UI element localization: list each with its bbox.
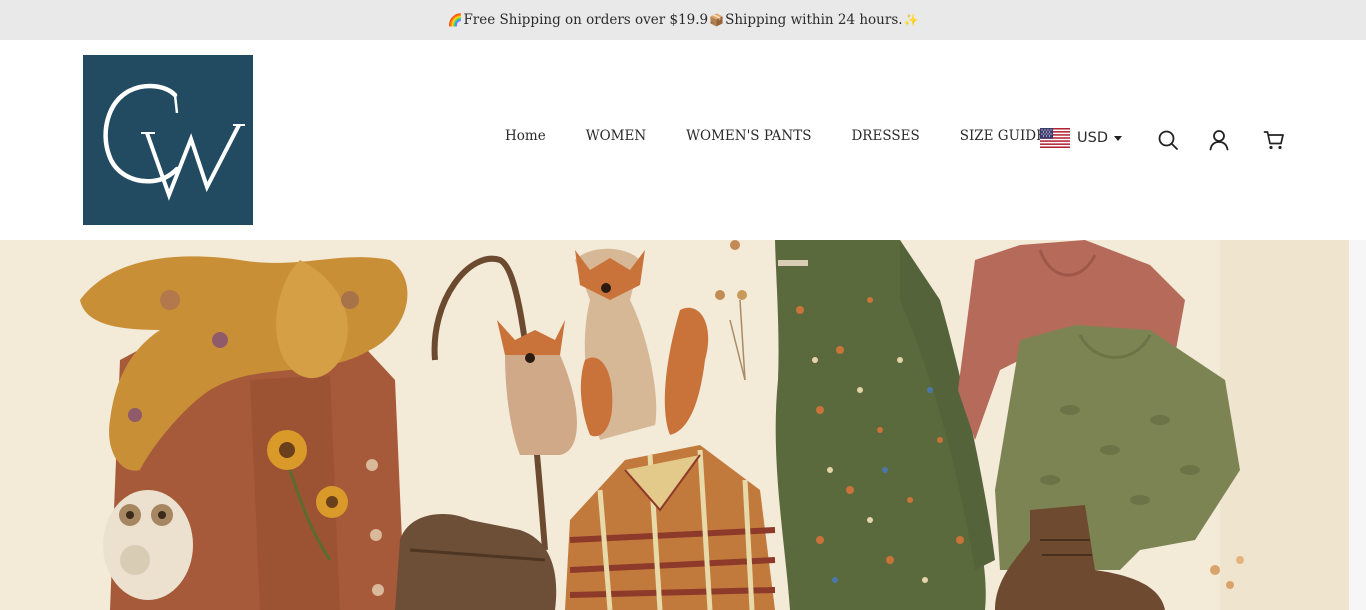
nav-item-women[interactable]: WOMEN bbox=[586, 128, 646, 144]
chevron-down-icon bbox=[1113, 135, 1122, 141]
owl-figurine-shape bbox=[103, 490, 193, 600]
search-button[interactable] bbox=[1157, 129, 1179, 151]
logo-monogram-icon bbox=[103, 83, 245, 201]
sparkle-icon: ✨ bbox=[903, 13, 919, 27]
user-icon bbox=[1209, 130, 1229, 151]
site-header: Home WOMEN WOMEN'S PANTS DRESSES SIZE GU… bbox=[0, 40, 1366, 240]
autumn-clothing-flatlay-image bbox=[0, 240, 1349, 610]
nav-item-womens-pants[interactable]: WOMEN'S PANTS bbox=[686, 128, 811, 144]
hero-banner[interactable] bbox=[0, 240, 1349, 610]
page-scrollbar[interactable] bbox=[1349, 240, 1366, 610]
us-flag-icon bbox=[1040, 128, 1070, 148]
currency-selector[interactable]: USD bbox=[1040, 128, 1122, 148]
nav-item-dresses[interactable]: DRESSES bbox=[851, 128, 919, 144]
cart-icon bbox=[1263, 131, 1284, 150]
announcement-bar: 🌈 Free Shipping on orders over $19.9 📦 S… bbox=[0, 0, 1366, 40]
main-nav: Home WOMEN WOMEN'S PANTS DRESSES SIZE GU… bbox=[505, 128, 1046, 144]
search-icon bbox=[1158, 130, 1178, 150]
rainbow-icon: 🌈 bbox=[447, 13, 463, 27]
currency-label: USD bbox=[1077, 130, 1108, 146]
nav-item-size-guide[interactable]: SIZE GUIDE bbox=[960, 128, 1046, 144]
nav-item-home[interactable]: Home bbox=[505, 128, 546, 144]
cart-button[interactable] bbox=[1263, 129, 1285, 151]
package-icon: 📦 bbox=[709, 13, 725, 27]
account-button[interactable] bbox=[1208, 129, 1230, 151]
announcement-text-dispatch: Shipping within 24 hours. bbox=[725, 12, 903, 28]
announcement-text-shipping: Free Shipping on orders over $19.9 bbox=[463, 12, 709, 28]
brand-logo[interactable] bbox=[83, 55, 253, 225]
